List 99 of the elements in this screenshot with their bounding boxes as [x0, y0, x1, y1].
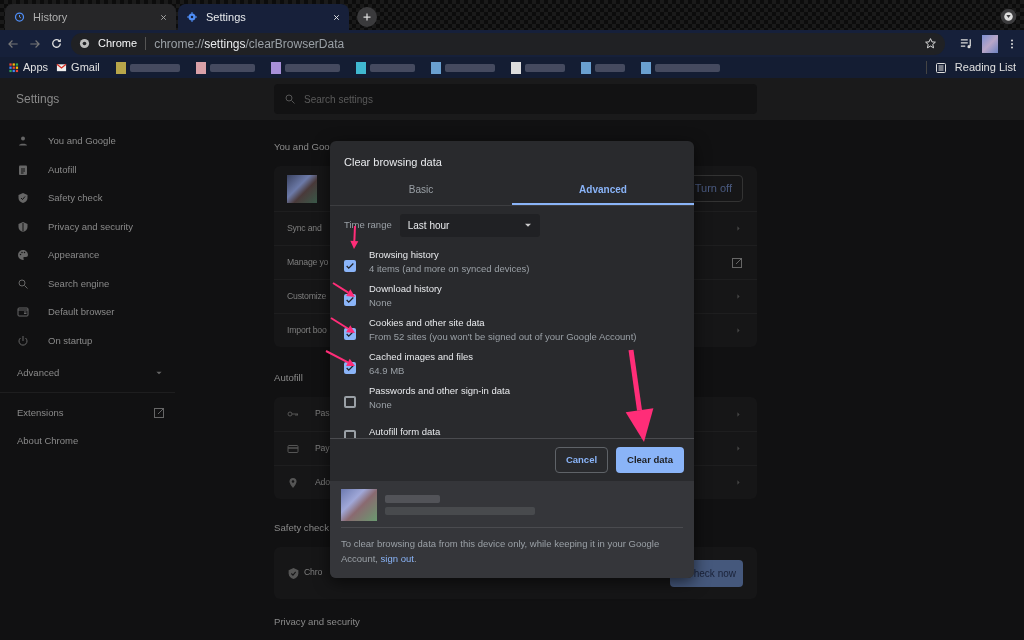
- close-icon[interactable]: [159, 12, 168, 22]
- search-field[interactable]: Search settings: [274, 84, 757, 114]
- avatar-placeholder: [341, 489, 377, 522]
- dialog-tab[interactable]: Basic: [330, 176, 512, 205]
- blurred-bookmark[interactable]: [430, 61, 495, 74]
- option-title: Cookies and other site data: [369, 316, 486, 330]
- shield-check-icon: [287, 566, 300, 580]
- bookmark[interactable]: Apps: [8, 59, 49, 76]
- credit-card-icon: [287, 442, 299, 455]
- advanced-toggle[interactable]: Advanced: [0, 359, 175, 388]
- option-detail: 64.9 MB: [369, 364, 406, 378]
- reload-icon[interactable]: [50, 37, 63, 50]
- sign-out-link[interactable]: sign out: [380, 553, 414, 565]
- cancel-button[interactable]: Cancel: [554, 447, 609, 474]
- star-icon[interactable]: [924, 37, 937, 50]
- option-detail: None: [369, 296, 393, 310]
- sidebar-link[interactable]: About Chrome: [0, 427, 175, 456]
- sidebar-item[interactable]: Default browser: [0, 298, 175, 327]
- shield-check-icon: [17, 192, 29, 205]
- avatar-placeholder: [287, 174, 317, 203]
- url-text: chrome://settings/clearBrowserData: [154, 35, 345, 53]
- section-heading: Autofill: [274, 371, 303, 385]
- sidebar-item[interactable]: Search engine: [0, 269, 175, 298]
- blurred-bookmark[interactable]: [355, 61, 415, 74]
- section-heading: Privacy and security: [274, 615, 360, 629]
- clear-data-button[interactable]: Clear data: [616, 447, 684, 474]
- option-title: Autofill form data: [369, 425, 441, 438]
- annotation-arrow: [332, 282, 355, 297]
- list-icon: [934, 61, 947, 74]
- settings-title: Settings: [15, 91, 61, 108]
- site-label: Chrome: [98, 36, 138, 52]
- sidebar-item[interactable]: On startup: [0, 326, 175, 355]
- footer-note: To clear browsing data from this device only, while keeping it in your Google Account, sign out.: [341, 537, 661, 567]
- search-icon: [284, 93, 296, 105]
- sidebar-item[interactable]: Safety check: [0, 184, 175, 213]
- new-tab-button[interactable]: [357, 7, 377, 27]
- annotation-arrow: [325, 350, 355, 366]
- avatar-placeholder[interactable]: [982, 34, 998, 53]
- blurred-bookmark[interactable]: [580, 61, 625, 74]
- chevron-icon: [734, 444, 743, 453]
- browser-tab[interactable]: History: [5, 4, 176, 30]
- option-title: Passwords and other sign-in data: [369, 384, 510, 398]
- close-icon[interactable]: [332, 12, 341, 22]
- checkbox[interactable]: [344, 396, 356, 408]
- option-title: Download history: [369, 282, 442, 296]
- person-icon: [17, 135, 29, 148]
- option-title: Cached images and files: [369, 350, 474, 364]
- external-link-icon[interactable]: [731, 256, 743, 269]
- chevron-icon: [734, 292, 743, 301]
- option-detail: None: [369, 398, 393, 412]
- sidebar-item[interactable]: Autofill: [0, 155, 175, 184]
- shield-icon: [17, 220, 29, 233]
- chevron-icon: [734, 409, 743, 419]
- media-control-icon[interactable]: [959, 36, 974, 51]
- clipboard-icon: [17, 163, 29, 176]
- sidebar-link[interactable]: Extensions: [0, 398, 175, 427]
- chevron-icon: [734, 478, 743, 487]
- time-range-label: Time range: [344, 217, 392, 232]
- reading-list-button[interactable]: Reading List: [934, 59, 1016, 76]
- dialog-tab[interactable]: Advanced: [512, 176, 694, 205]
- dialog-title: Clear browsing data: [343, 155, 443, 170]
- bookmark[interactable]: Gmail: [56, 59, 100, 76]
- clock-icon: [13, 11, 25, 23]
- sidebar-item[interactable]: Appearance: [0, 241, 175, 270]
- power-icon: [17, 334, 29, 347]
- key-icon: [287, 408, 299, 420]
- check-icon: [345, 295, 355, 305]
- address-bar[interactable]: Chrome chrome://settings/clearBrowserData: [71, 32, 945, 55]
- blurred-bookmark[interactable]: [115, 61, 180, 74]
- row-label: Chro: [304, 566, 324, 580]
- grid-icon: [8, 62, 19, 73]
- checkbox[interactable]: [344, 260, 356, 272]
- section-heading: Safety check: [274, 521, 329, 535]
- search-icon: [17, 277, 29, 290]
- blurred-bookmark[interactable]: [270, 61, 340, 74]
- annotation-arrow: [330, 317, 355, 333]
- profile-dropdown-icon[interactable]: [1000, 8, 1017, 25]
- palette-icon: [17, 249, 29, 262]
- option-title: Browsing history: [369, 248, 440, 262]
- time-range-select[interactable]: Last hour: [399, 213, 540, 237]
- option-detail: 4 items (and more on synced devices): [369, 262, 530, 276]
- check-icon: [345, 363, 355, 373]
- sidebar-item[interactable]: You and Google: [0, 127, 175, 156]
- blurred-bookmark[interactable]: [640, 61, 720, 74]
- dropdown-caret-icon: [523, 221, 532, 229]
- section-heading: You and Goo: [274, 140, 330, 154]
- plus-icon: [361, 11, 373, 23]
- chevron-icon: [734, 224, 743, 233]
- chevron-icon: [734, 326, 743, 335]
- browser-tab[interactable]: Settings: [178, 4, 349, 30]
- external-link-icon: [153, 406, 165, 419]
- check-icon: [345, 261, 355, 271]
- envelope-icon: [56, 62, 68, 73]
- browser-window-icon: [17, 306, 29, 319]
- location-pin-icon: [287, 476, 299, 489]
- option-detail: From 52 sites (you won't be signed out of your Google Account): [369, 330, 637, 344]
- sidebar-item[interactable]: Privacy and security: [0, 212, 175, 241]
- blurred-bookmark[interactable]: [195, 61, 255, 74]
- blurred-bookmark[interactable]: [510, 61, 565, 74]
